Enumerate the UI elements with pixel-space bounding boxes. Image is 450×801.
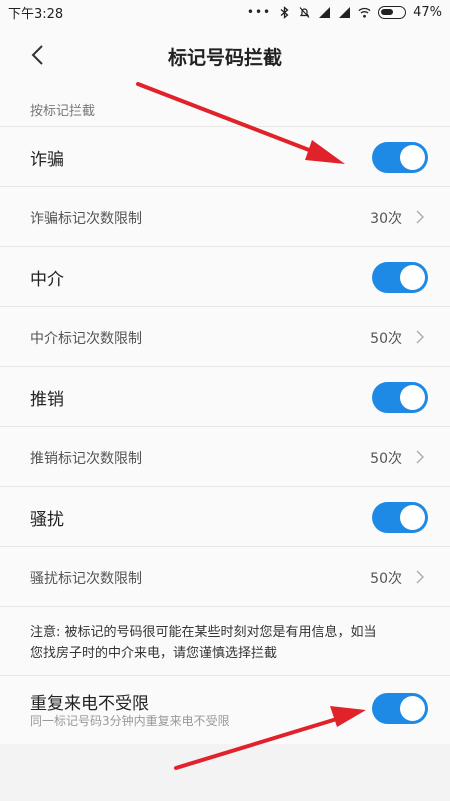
divider [0, 675, 450, 676]
chevron-right-icon [416, 450, 424, 464]
toggle-switch-fraud[interactable] [372, 142, 428, 173]
chevron-right-icon [416, 210, 424, 224]
limit-row-agency[interactable]: 中介标记次数限制 50次 [0, 306, 450, 366]
warning-note: 注意: 被标记的号码很可能在某些时刻对您是有用信息，如当 您找房子时的中介来电，… [30, 622, 430, 664]
limit-value: 50次 [370, 571, 402, 587]
status-bar: 下午3:28 ••• 47% [0, 0, 450, 24]
battery-percent: 47% [413, 4, 442, 20]
limit-row-harassment[interactable]: 骚扰标记次数限制 50次 [0, 546, 450, 606]
row-subtitle: 诈骗标记次数限制 [30, 211, 142, 227]
toggle-knob [400, 385, 425, 410]
row-title: 中介 [30, 270, 64, 290]
row-subtitle: 中介标记次数限制 [30, 331, 142, 347]
signal-icon [319, 6, 331, 18]
toggle-switch-repeat-call[interactable] [372, 693, 428, 724]
limit-value: 50次 [370, 331, 402, 347]
note-line-1: 注意: 被标记的号码很可能在某些时刻对您是有用信息，如当 [30, 625, 377, 640]
toggle-switch-agency[interactable] [372, 262, 428, 293]
wifi-icon [358, 7, 371, 18]
note-line-2: 您找房子时的中介来电，请您谨慎选择拦截 [30, 646, 278, 661]
row-title: 推销 [30, 390, 64, 410]
toggle-switch-sales[interactable] [372, 382, 428, 413]
limit-row-fraud[interactable]: 诈骗标记次数限制 30次 [0, 186, 450, 246]
divider [0, 606, 450, 607]
battery-icon [378, 5, 407, 19]
repeat-call-title: 重复来电不受限 [30, 694, 149, 714]
toggle-knob [400, 265, 425, 290]
screen: 下午3:28 ••• 47% 标记号码拦截 按标记拦截 诈骗 诈骗标记次数限制 … [0, 0, 450, 801]
settings-list: 按标记拦截 诈骗 诈骗标记次数限制 30次 中介 中介标记次数限制 50次 推销… [0, 86, 450, 744]
toggle-row-sales: 推销 [0, 366, 450, 426]
repeat-call-description: 同一标记号码3分钟内重复来电不受限 [30, 714, 230, 728]
header: 标记号码拦截 [0, 24, 450, 86]
row-subtitle: 骚扰标记次数限制 [30, 571, 142, 587]
limit-value: 30次 [370, 211, 402, 227]
toggle-row-agency: 中介 [0, 246, 450, 306]
toggle-knob [400, 145, 425, 170]
chevron-right-icon [416, 330, 424, 344]
notification-dots: ••• [246, 5, 272, 19]
toggle-knob [400, 696, 425, 721]
toggle-switch-harassment[interactable] [372, 502, 428, 533]
section-label: 按标记拦截 [30, 104, 96, 119]
row-title: 骚扰 [30, 510, 64, 530]
chevron-right-icon [416, 570, 424, 584]
status-icons: ••• 47% [247, 2, 442, 22]
limit-value: 50次 [370, 451, 402, 467]
signal-icon-2 [339, 6, 351, 18]
toggle-row-fraud: 诈骗 [0, 126, 450, 186]
bluetooth-icon [280, 5, 289, 19]
toggle-knob [400, 505, 425, 530]
row-title: 诈骗 [30, 150, 64, 170]
row-subtitle: 推销标记次数限制 [30, 451, 142, 467]
toggle-row-harassment: 骚扰 [0, 486, 450, 546]
page-title: 标记号码拦截 [167, 47, 282, 69]
limit-row-sales[interactable]: 推销标记次数限制 50次 [0, 426, 450, 486]
mute-bell-icon [299, 6, 310, 18]
status-time: 下午3:28 [8, 7, 64, 22]
